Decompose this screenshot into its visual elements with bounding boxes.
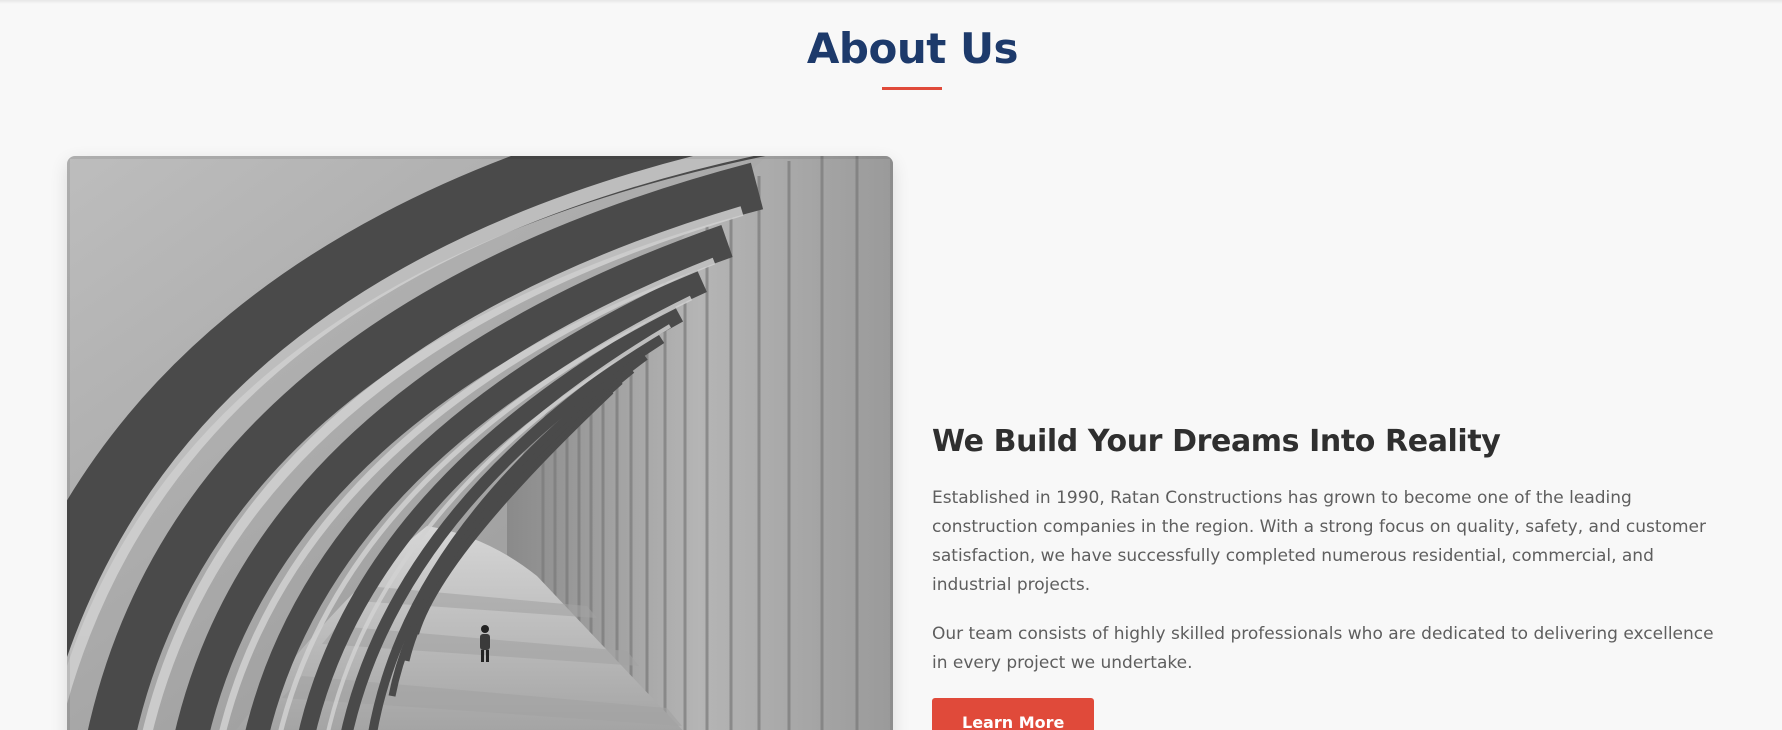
about-image (67, 156, 893, 730)
section-title: About Us (806, 24, 1019, 73)
about-heading: We Build Your Dreams Into Reality (932, 424, 1501, 459)
about-content: We Build Your Dreams Into Reality Establ… (932, 420, 1732, 730)
about-paragraph-1: Established in 1990, Ratan Constructions… (932, 488, 1706, 595)
header-shadow (0, 0, 1782, 4)
about-paragraph-2: Our team consists of highly skilled prof… (932, 624, 1714, 673)
title-underline (882, 87, 942, 90)
learn-more-button[interactable]: Learn More (932, 698, 1095, 730)
